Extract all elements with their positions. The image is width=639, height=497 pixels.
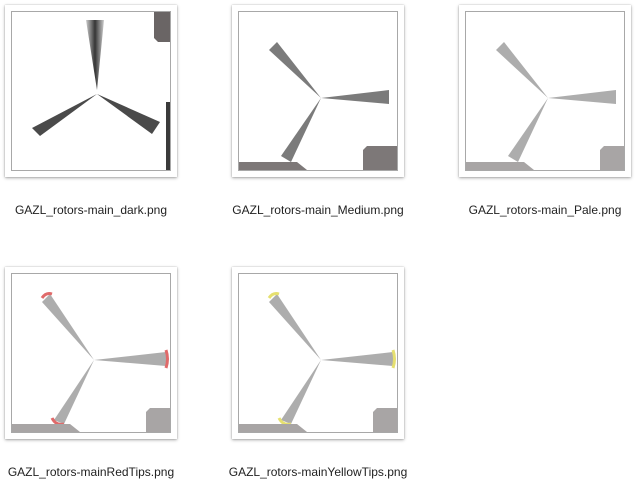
thumbnail-image	[11, 11, 171, 171]
thumbnail-frame[interactable]	[5, 267, 177, 439]
thumbnail-frame[interactable]	[232, 267, 404, 439]
thumbnail-image	[238, 11, 398, 171]
thumbnail-frame[interactable]	[459, 5, 631, 177]
file-item-pale[interactable]: GAZL_rotors-main_Pale.png	[459, 5, 639, 235]
file-item-yellow-tips[interactable]: GAZL_rotors-mainYellowTips.png	[229, 267, 432, 497]
file-name-label: GAZL_rotors-mainRedTips.png	[7, 465, 175, 479]
rotor-medium-image	[239, 42, 397, 170]
rotor-yellow-tips-image	[239, 292, 397, 432]
file-name-label: GAZL_rotors-main_Pale.png	[468, 203, 622, 217]
file-name-label: GAZL_rotors-main_Medium.png	[232, 203, 404, 217]
thumbnail-image	[11, 273, 171, 433]
file-name-label: GAZL_rotors-mainYellowTips.png	[228, 465, 408, 479]
file-item-red-tips[interactable]: GAZL_rotors-mainRedTips.png	[5, 267, 205, 497]
thumbnail-frame[interactable]	[232, 5, 404, 177]
rotor-pale-image	[466, 42, 624, 170]
thumbnail-image	[465, 11, 625, 171]
thumbnail-frame[interactable]	[5, 5, 177, 177]
file-name-label: GAZL_rotors-main_dark.png	[14, 203, 168, 217]
thumbnail-image	[238, 273, 398, 433]
rotor-red-tips-image	[12, 292, 170, 432]
file-item-medium[interactable]: GAZL_rotors-main_Medium.png	[232, 5, 432, 235]
file-grid: GAZL_rotors-main_dark.png GAZL_rotors-ma…	[0, 0, 639, 482]
rotor-dark-image	[32, 12, 170, 170]
file-item-dark[interactable]: GAZL_rotors-main_dark.png	[5, 5, 205, 235]
